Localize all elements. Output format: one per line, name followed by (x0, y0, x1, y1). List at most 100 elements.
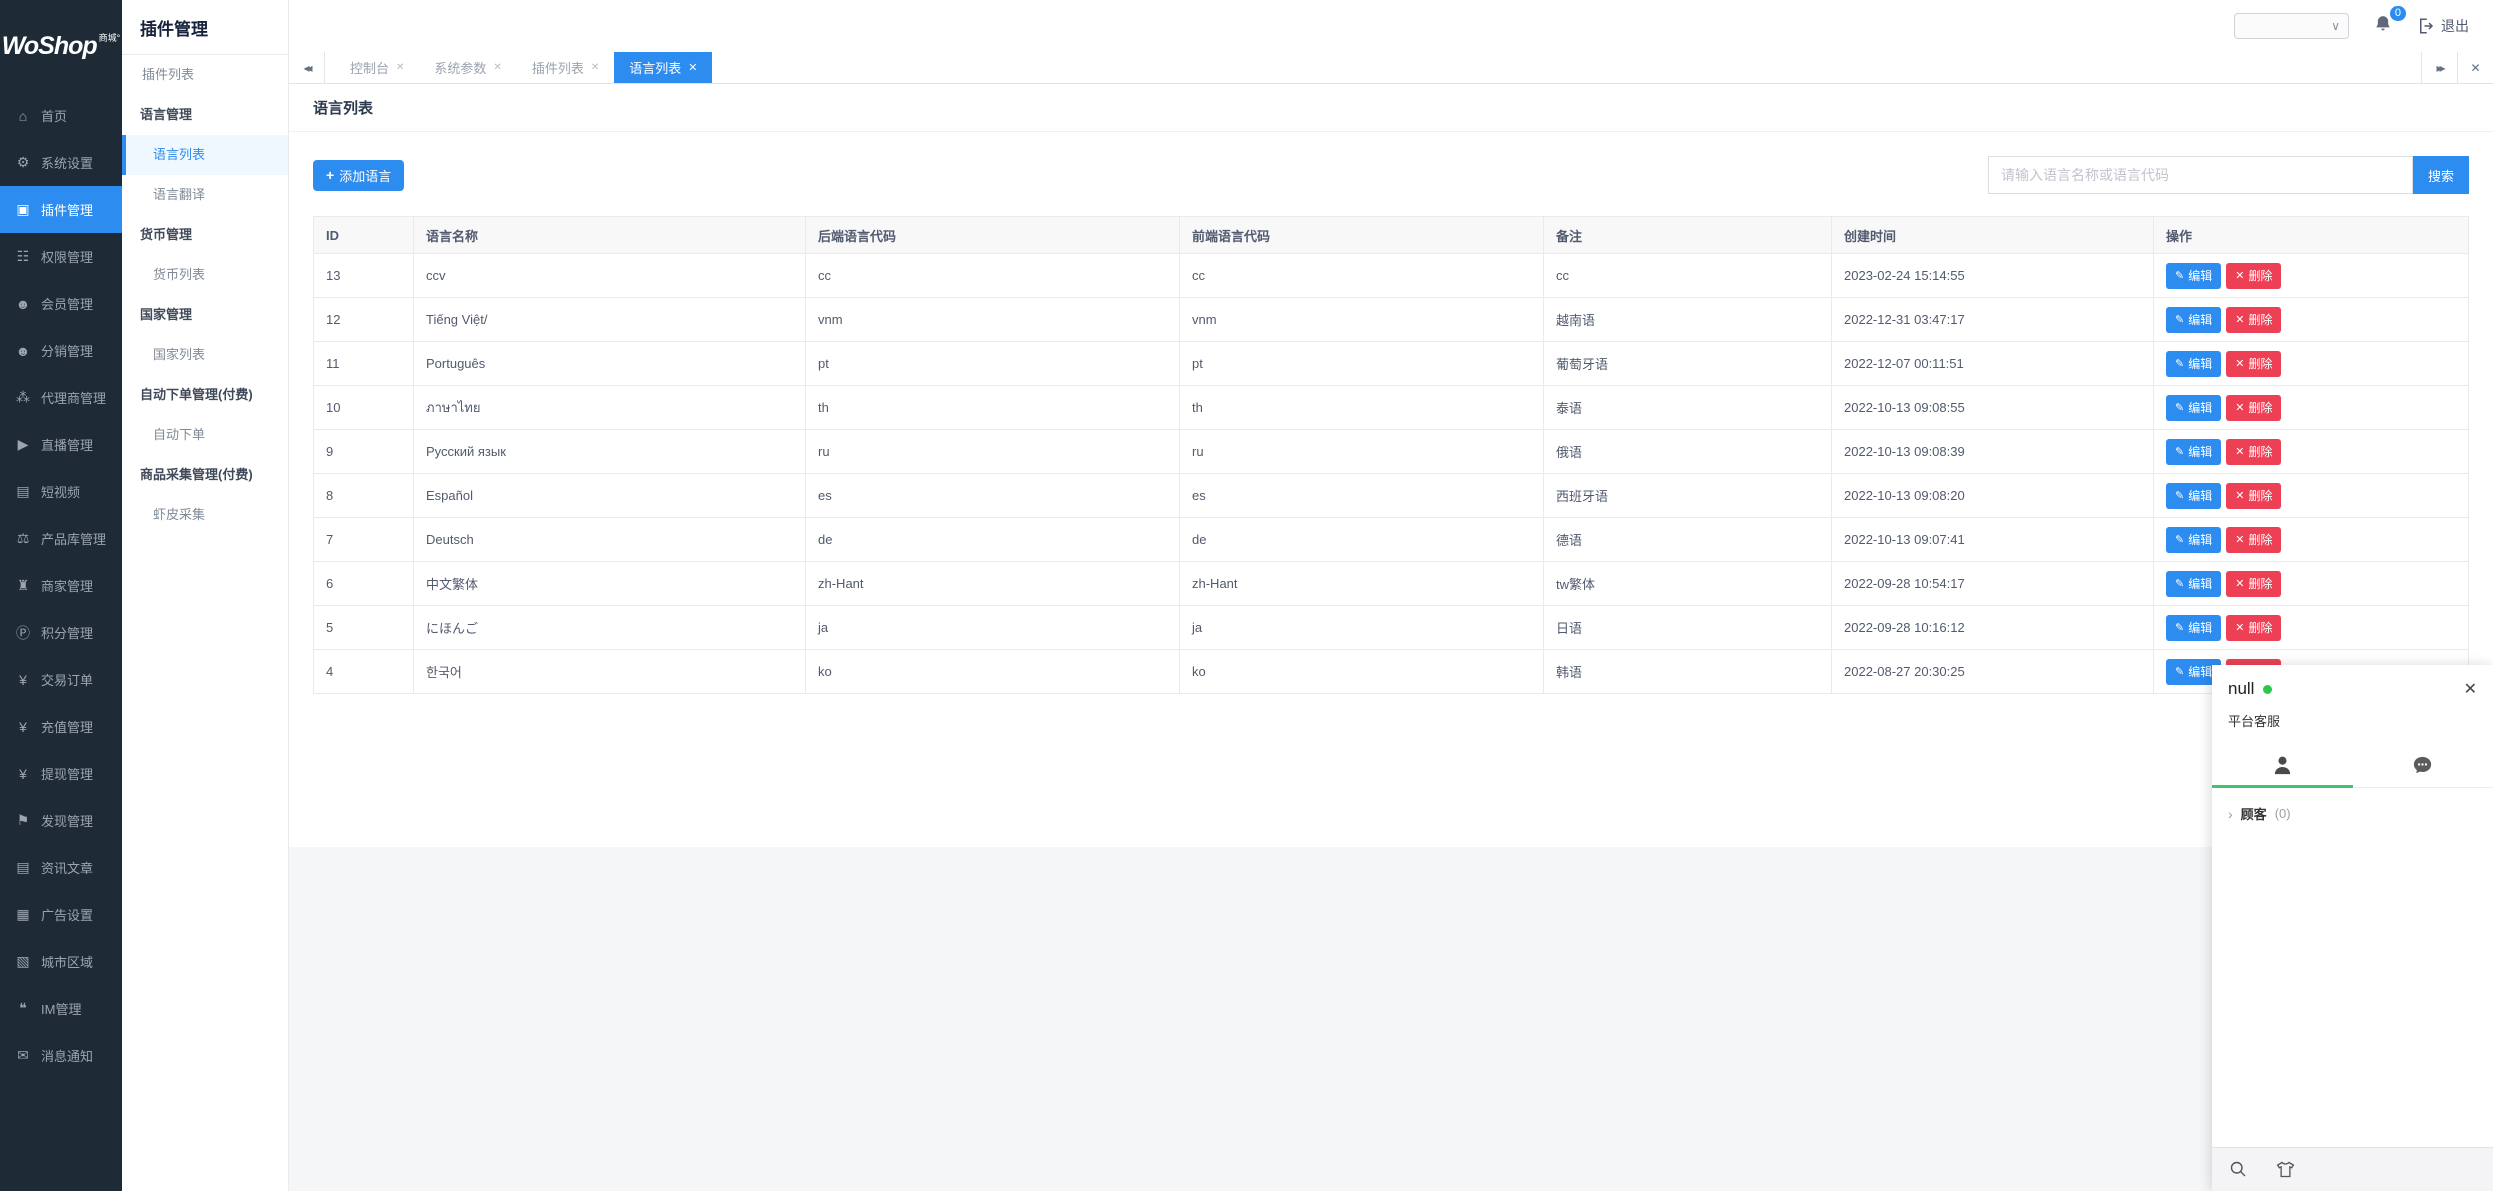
search-input[interactable] (1988, 156, 2413, 194)
sidebar-item[interactable]: ▧ 城市区域 (0, 938, 122, 985)
chat-tab-contacts[interactable] (2212, 744, 2353, 787)
sidebar-item-label: 插件管理 (41, 200, 93, 219)
short-video-icon: ▤ (14, 483, 32, 500)
sidebar-item[interactable]: ⚖ 产品库管理 (0, 515, 122, 562)
delete-button[interactable]: ✕ 删除 (2226, 483, 2281, 509)
sub-sidebar-item[interactable]: 货币列表 (122, 255, 288, 295)
sidebar-item[interactable]: ¥ 提现管理 (0, 750, 122, 797)
notification-bell[interactable]: 0 (2373, 14, 2393, 39)
sub-sidebar-item[interactable]: 语言管理 (122, 95, 288, 135)
delete-button[interactable]: ✕ 删除 (2226, 395, 2281, 421)
sidebar-item[interactable]: ▣ 插件管理 (0, 186, 122, 233)
recharge-icon: ¥ (14, 719, 32, 735)
edit-button[interactable]: ✎ 编辑 (2166, 307, 2221, 333)
delete-button[interactable]: ✕ 删除 (2226, 263, 2281, 289)
table-row: 11 Português pt pt 葡萄牙语 2022-12-07 00:11… (314, 342, 2469, 386)
sub-sidebar-item[interactable]: 国家列表 (122, 335, 288, 375)
home-icon: ⌂ (14, 108, 32, 124)
cell-backend-code: vnm (806, 298, 1180, 342)
sidebar-item[interactable]: ¥ 充值管理 (0, 703, 122, 750)
sidebar-item[interactable]: Ⓟ 积分管理 (0, 609, 122, 656)
chat-search-button[interactable] (2228, 1159, 2249, 1180)
sidebar-item[interactable]: ⚑ 发现管理 (0, 797, 122, 844)
sidebar-item[interactable]: ☻ 会员管理 (0, 280, 122, 327)
tab[interactable]: 系统参数 ✕ (419, 52, 516, 83)
sidebar-item[interactable]: ▤ 短视频 (0, 468, 122, 515)
sidebar-item[interactable]: ⌂ 首页 (0, 92, 122, 139)
sub-sidebar-item-label: 自动下单 (153, 427, 205, 442)
delete-button[interactable]: ✕ 删除 (2226, 571, 2281, 597)
cell-frontend-code: ko (1180, 650, 1544, 694)
edit-button[interactable]: ✎ 编辑 (2166, 615, 2221, 641)
sub-sidebar-item[interactable]: 自动下单 (122, 415, 288, 455)
edit-button[interactable]: ✎ 编辑 (2166, 527, 2221, 553)
sidebar-item[interactable]: ✉ 消息通知 (0, 1032, 122, 1079)
tab-close-icon[interactable]: ✕ (493, 62, 501, 73)
delete-button[interactable]: ✕ 删除 (2226, 351, 2281, 377)
tabs-scroll-right-button[interactable]: ▸▸ (2421, 52, 2457, 83)
sub-sidebar-item-label: 货币管理 (140, 227, 192, 242)
tabs-close-all-button[interactable]: ✕ (2457, 52, 2493, 83)
delete-button[interactable]: ✕ 删除 (2226, 439, 2281, 465)
sub-sidebar-item[interactable]: 国家管理 (122, 295, 288, 335)
cell-actions: ✎ 编辑 ✕ 删除 (2154, 386, 2469, 430)
x-icon: ✕ (2235, 533, 2244, 546)
chat-header: null ✕ 平台客服 (2212, 665, 2493, 730)
sub-sidebar-item[interactable]: 虾皮采集 (122, 495, 288, 535)
header-select[interactable]: ∨ (2234, 13, 2349, 39)
sidebar-item[interactable]: ▶ 直播管理 (0, 421, 122, 468)
sidebar-item[interactable]: ¥ 交易订单 (0, 656, 122, 703)
sidebar-item[interactable]: ♜ 商家管理 (0, 562, 122, 609)
edit-label: 编辑 (2188, 619, 2212, 636)
sidebar-item[interactable]: ⁂ 代理商管理 (0, 374, 122, 421)
sub-sidebar-item[interactable]: 语言列表 (122, 135, 288, 175)
chat-close-icon[interactable]: ✕ (2464, 679, 2477, 699)
sidebar-item[interactable]: ⚙ 系统设置 (0, 139, 122, 186)
sidebar-item[interactable]: ▦ 广告设置 (0, 891, 122, 938)
sidebar-item[interactable]: ❝ IM管理 (0, 985, 122, 1032)
sub-sidebar-item[interactable]: 货币管理 (122, 215, 288, 255)
edit-label: 编辑 (2188, 399, 2212, 416)
cell-actions: ✎ 编辑 ✕ 删除 (2154, 474, 2469, 518)
tab[interactable]: 插件列表 ✕ (517, 52, 614, 83)
sidebar-item[interactable]: ☷ 权限管理 (0, 233, 122, 280)
delete-button[interactable]: ✕ 删除 (2226, 307, 2281, 333)
tab[interactable]: 控制台 ✕ (335, 52, 419, 83)
sub-nav: 插件列表 语言管理 语言列表 语言翻译 货币管理 货币列表 国家管理 (122, 55, 288, 535)
chat-bubble-icon (2411, 754, 2434, 777)
app-logo[interactable]: WoShop 商城° (0, 0, 122, 92)
cell-created: 2023-02-24 15:14:55 (1832, 254, 2154, 298)
withdraw-icon: ¥ (14, 766, 32, 782)
edit-button[interactable]: ✎ 编辑 (2166, 395, 2221, 421)
pencil-icon: ✎ (2175, 621, 2184, 634)
pencil-icon: ✎ (2175, 489, 2184, 502)
chat-theme-button[interactable] (2275, 1159, 2296, 1180)
edit-button[interactable]: ✎ 编辑 (2166, 439, 2221, 465)
sub-sidebar-title: 插件管理 (122, 0, 288, 55)
sidebar-item[interactable]: ☻ 分销管理 (0, 327, 122, 374)
delete-button[interactable]: ✕ 删除 (2226, 615, 2281, 641)
sub-sidebar-item[interactable]: 语言翻译 (122, 175, 288, 215)
customer-group-row[interactable]: › 顾客 (0) (2212, 788, 2493, 839)
sub-sidebar-item[interactable]: 自动下单管理(付费) (122, 375, 288, 415)
cell-name: 中文繁体 (414, 562, 806, 606)
search-button[interactable]: 搜索 (2413, 156, 2469, 194)
tab-close-icon[interactable]: ✕ (688, 61, 697, 74)
sidebar-item[interactable]: ▤ 资讯文章 (0, 844, 122, 891)
edit-button[interactable]: ✎ 编辑 (2166, 571, 2221, 597)
cell-id: 7 (314, 518, 414, 562)
chat-tab-conversations[interactable] (2353, 744, 2493, 787)
sub-sidebar-item[interactable]: 插件列表 (122, 55, 288, 95)
sub-sidebar-item[interactable]: 商品采集管理(付费) (122, 455, 288, 495)
add-language-button[interactable]: + 添加语言 (313, 160, 404, 191)
logout-button[interactable]: 退出 (2417, 16, 2469, 36)
delete-button[interactable]: ✕ 删除 (2226, 527, 2281, 553)
tab-close-icon[interactable]: ✕ (591, 62, 599, 73)
edit-button[interactable]: ✎ 编辑 (2166, 351, 2221, 377)
tab-close-icon[interactable]: ✕ (396, 62, 404, 73)
edit-button[interactable]: ✎ 编辑 (2166, 483, 2221, 509)
edit-button[interactable]: ✎ 编辑 (2166, 263, 2221, 289)
tab[interactable]: 语言列表 ✕ (614, 52, 712, 83)
cell-backend-code: pt (806, 342, 1180, 386)
tabs-scroll-left-button[interactable]: ◂◂ (289, 52, 325, 83)
